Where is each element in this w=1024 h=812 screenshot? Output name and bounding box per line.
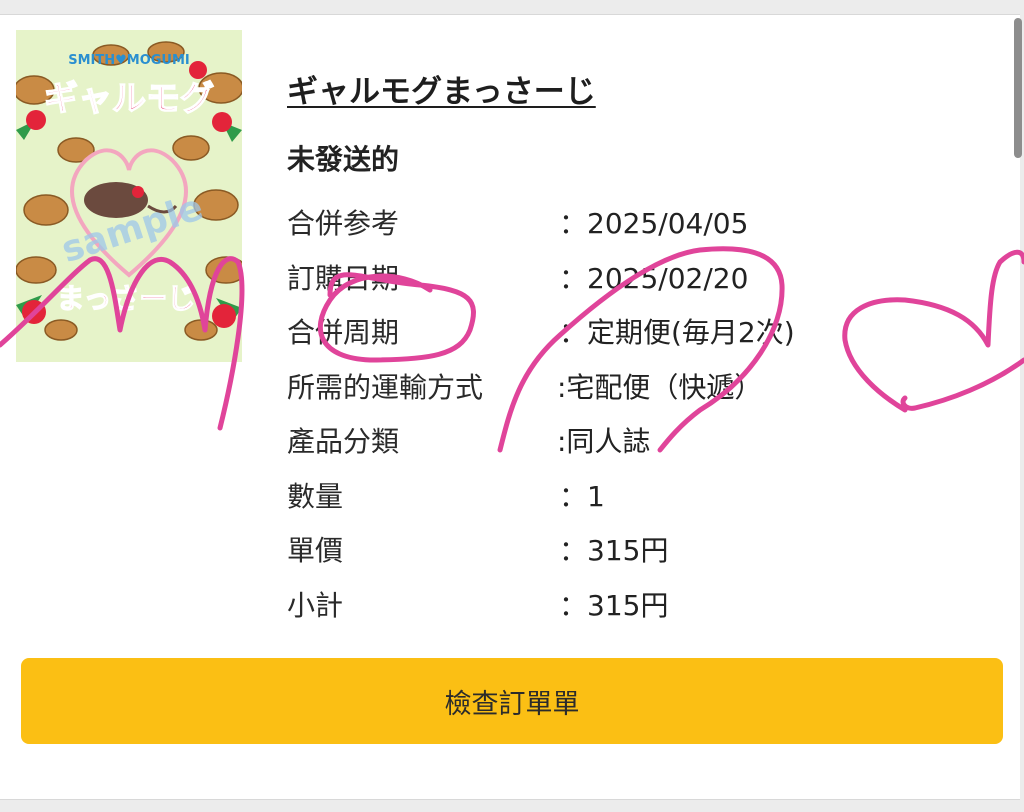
detail-label: 合併周期 <box>287 316 400 349</box>
detail-label: 小計 <box>287 588 344 622</box>
detail-row-unit-price: 單價 ：315円 <box>287 527 967 582</box>
detail-value: ：2025/04/05 <box>559 207 749 240</box>
detail-value: ：2025/02/20 <box>559 261 749 295</box>
product-thumbnail[interactable]: SMITH♥MOGUMI ギャルモグ まっさーじ sample <box>16 30 242 362</box>
scrollbar[interactable] <box>1014 18 1022 158</box>
detail-label: 數量 <box>287 479 344 513</box>
detail-value: :宅配便（快遞） <box>557 370 763 404</box>
detail-value: ：315円 <box>559 534 669 567</box>
detail-value: ：1 <box>559 479 605 513</box>
shipping-status: 未發送的 <box>287 143 400 176</box>
detail-value: :同人誌 <box>557 425 651 458</box>
detail-label: 單價 <box>287 534 344 567</box>
detail-row-category: 產品分類 :同人誌 <box>287 418 967 473</box>
product-title-link[interactable]: ギャルモグまっさーじ <box>287 66 596 111</box>
detail-row-order-date: 訂購日期 ：2025/02/20 <box>287 255 967 310</box>
detail-label: 所需的運輸方式 <box>287 370 484 404</box>
detail-label: 產品分類 <box>287 425 400 458</box>
detail-value: ：定期便(毎月2次) <box>559 316 795 349</box>
thumbnail-title-top: ギャルモグ <box>44 79 214 119</box>
detail-row-quantity: 數量 ：1 <box>287 473 967 528</box>
detail-label: 合併参考 <box>287 207 400 240</box>
order-details: 合併参考 ：2025/04/05 訂購日期 ：2025/02/20 合併周期 ：… <box>287 200 967 636</box>
detail-row-merge-ref: 合併参考 ：2025/04/05 <box>287 200 967 255</box>
thumbnail-author: SMITH♥MOGUMI <box>68 53 190 68</box>
detail-value: ：315円 <box>559 588 669 622</box>
thumbnail-art: SMITH♥MOGUMI ギャルモグ まっさーじ sample <box>16 30 242 362</box>
thumbnail-title-bottom: まっさーじ <box>57 282 196 315</box>
detail-row-shipping-method: 所需的運輸方式 :宅配便（快遞） <box>287 364 967 419</box>
detail-label: 訂購日期 <box>287 261 400 295</box>
check-order-button[interactable]: 檢查訂單單 <box>21 658 1003 744</box>
detail-row-subtotal: 小計 ：315円 <box>287 582 967 637</box>
detail-row-merge-cycle: 合併周期 ：定期便(毎月2次) <box>287 309 967 364</box>
